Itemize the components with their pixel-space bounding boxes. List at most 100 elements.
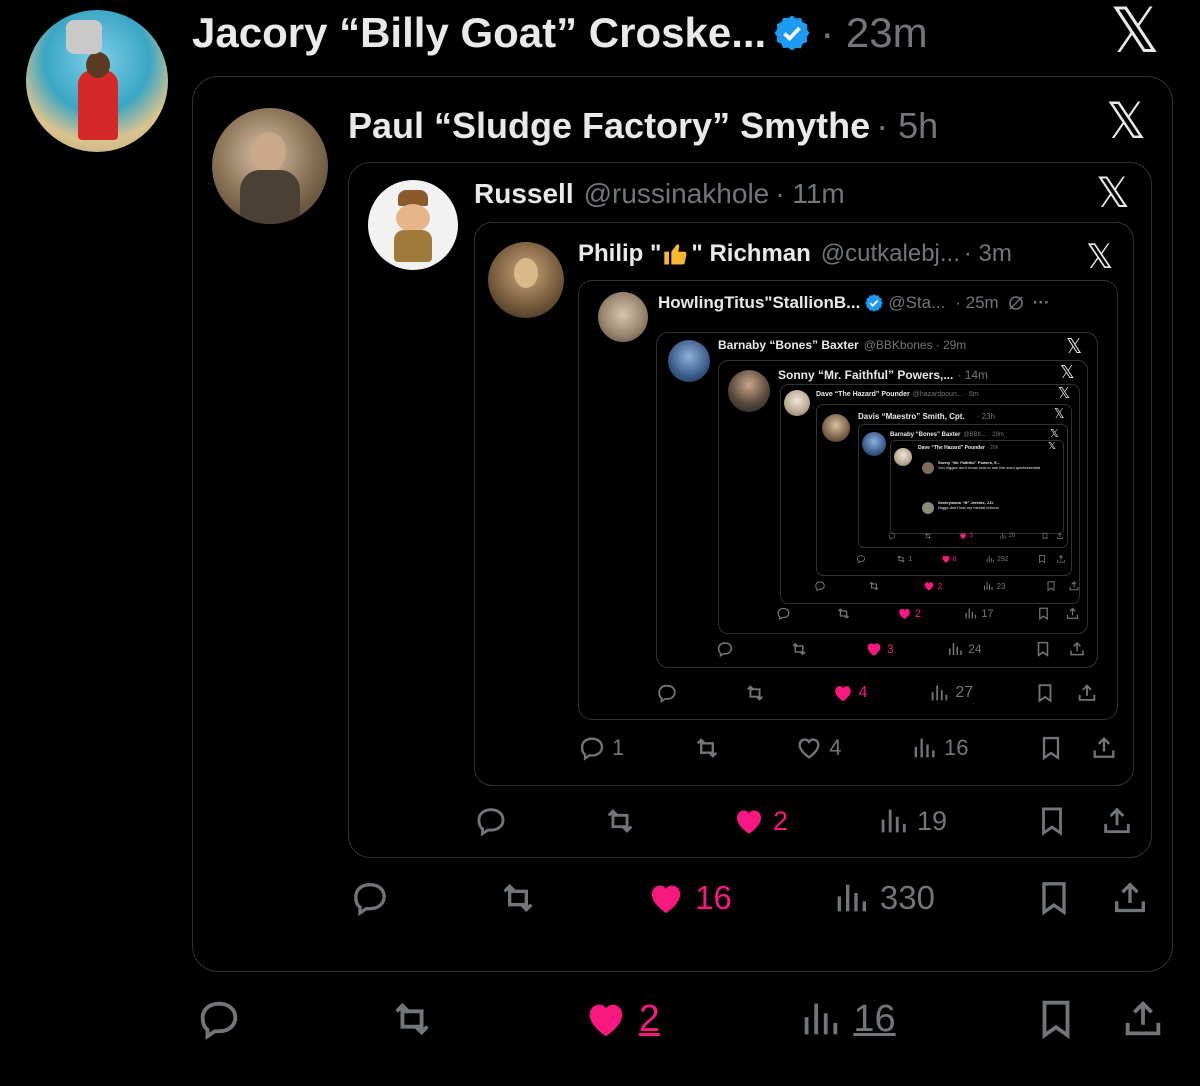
- avatar-philip[interactable]: [488, 242, 564, 318]
- timestamp[interactable]: · 20h: [987, 445, 998, 451]
- retweet-button[interactable]: [790, 640, 812, 658]
- retweet-button[interactable]: [603, 804, 644, 838]
- quoted-tweet-dave-2[interactable]: [890, 440, 1064, 534]
- retweet-button[interactable]: [389, 996, 445, 1042]
- reply-button[interactable]: [196, 996, 252, 1042]
- handle[interactable]: @Sta...: [888, 293, 945, 313]
- display-name[interactable]: HowlingTitus"StallionB...: [658, 293, 860, 313]
- retweet-button[interactable]: [744, 682, 771, 704]
- display-name[interactable]: Sonny “Mr. Faithful” Powers,...: [778, 368, 953, 382]
- avatar-dave[interactable]: [784, 390, 810, 416]
- bookmark-icon[interactable]: [1033, 996, 1079, 1042]
- views-button[interactable]: 292: [985, 554, 1009, 564]
- views-button[interactable]: 20: [999, 532, 1015, 540]
- timestamp[interactable]: · 23h: [977, 412, 995, 421]
- retweet-button[interactable]: [924, 532, 934, 540]
- handle[interactable]: @hazardpoun...: [913, 391, 963, 398]
- bookmark-icon[interactable]: [1034, 878, 1074, 918]
- bookmark-icon[interactable]: [1034, 640, 1052, 658]
- reply-button[interactable]: [776, 606, 794, 621]
- avatar-davis[interactable]: [822, 414, 850, 442]
- avatar-sonny[interactable]: [728, 370, 770, 412]
- timestamp[interactable]: · 25m: [955, 293, 998, 313]
- share-icon[interactable]: [1076, 682, 1098, 704]
- display-name[interactable]: Paul “Sludge Factory” Smythe: [348, 105, 870, 147]
- like-button[interactable]: 16: [646, 878, 732, 918]
- avatar-howlingtitus[interactable]: [598, 292, 648, 342]
- share-icon[interactable]: [1056, 554, 1066, 564]
- timestamp[interactable]: · 11m: [775, 178, 845, 210]
- views-button[interactable]: 19: [876, 804, 947, 838]
- share-icon[interactable]: [1090, 734, 1118, 762]
- like-button[interactable]: 3: [865, 640, 894, 658]
- retweet-button[interactable]: [836, 606, 854, 621]
- display-name-part-1[interactable]: Philip ": [578, 240, 661, 268]
- avatar-paul[interactable]: [212, 108, 328, 224]
- timestamp[interactable]: · 5h: [876, 105, 938, 147]
- views-button[interactable]: 17: [963, 606, 994, 621]
- share-icon[interactable]: [1120, 996, 1166, 1042]
- like-button[interactable]: 2: [923, 580, 942, 592]
- reply-button[interactable]: [656, 682, 683, 704]
- display-name[interactable]: Dave “The Hazard” Pounder: [918, 445, 985, 451]
- share-icon[interactable]: [1065, 606, 1080, 621]
- timestamp[interactable]: · 29m: [988, 432, 1003, 438]
- timestamp[interactable]: · 14m: [957, 368, 988, 382]
- handle[interactable]: @russinakhole: [584, 178, 770, 210]
- like-button[interactable]: 2: [732, 804, 788, 838]
- like-button[interactable]: 3: [959, 532, 973, 540]
- avatar-russell[interactable]: [368, 180, 458, 270]
- timestamp[interactable]: · 23m: [820, 9, 927, 57]
- views-button[interactable]: 16: [797, 996, 896, 1042]
- views-button[interactable]: 330: [831, 878, 935, 918]
- views-button[interactable]: 23: [982, 580, 1006, 592]
- bookmark-icon[interactable]: [1035, 804, 1069, 838]
- like-button[interactable]: 8: [941, 554, 957, 564]
- display-name[interactable]: Dave “The Hazard” Pounder: [816, 391, 910, 398]
- timestamp[interactable]: · 6m: [965, 391, 979, 398]
- handle[interactable]: @cutkalebj...: [821, 240, 960, 268]
- timestamp[interactable]: · 29m: [936, 338, 967, 352]
- retweet-button[interactable]: [498, 878, 547, 918]
- display-name[interactable]: Russell: [474, 178, 574, 210]
- display-name[interactable]: Jacory “Billy Goat” Croske...: [192, 9, 766, 57]
- retweet-button[interactable]: 1: [896, 554, 912, 564]
- avatar-dave-2[interactable]: [894, 448, 912, 466]
- handle[interactable]: @BBK...: [963, 432, 986, 438]
- timestamp[interactable]: · 3m: [964, 240, 1012, 268]
- display-name[interactable]: Barnaby “Bones” Baxter: [718, 338, 859, 352]
- reply-button[interactable]: [474, 804, 515, 838]
- bookmark-icon[interactable]: [1037, 554, 1047, 564]
- like-button[interactable]: 2: [897, 606, 921, 621]
- views-button[interactable]: 16: [910, 734, 968, 762]
- bookmark-icon[interactable]: [1045, 580, 1057, 592]
- tweet-sonny-2[interactable]: Sonny “Mr. Faithful” Powers, E... You ni…: [938, 460, 1062, 470]
- share-icon[interactable]: [1056, 532, 1064, 540]
- reply-button[interactable]: [716, 640, 738, 658]
- views-button[interactable]: 27: [928, 682, 973, 704]
- reply-button[interactable]: [856, 554, 868, 564]
- avatar-sonny-2[interactable]: [922, 462, 934, 474]
- like-button[interactable]: 2: [583, 996, 660, 1042]
- display-name[interactable]: Davis “Maestro” Smith, Cpt.: [858, 412, 965, 421]
- reply-button[interactable]: [814, 580, 829, 592]
- more-options-icon[interactable]: ···: [1033, 293, 1050, 313]
- display-name-part-2[interactable]: " Richman: [691, 240, 810, 268]
- bookmark-icon[interactable]: [1041, 532, 1049, 540]
- bookmark-icon[interactable]: [1037, 734, 1065, 762]
- reply-button[interactable]: 1: [578, 734, 624, 762]
- like-button[interactable]: 4: [795, 734, 842, 762]
- views-button[interactable]: 24: [946, 640, 982, 658]
- like-button[interactable]: 4: [832, 682, 868, 704]
- bookmark-icon[interactable]: [1036, 606, 1051, 621]
- share-icon[interactable]: [1110, 878, 1150, 918]
- avatar-barnaby[interactable]: [668, 340, 710, 382]
- retweet-button[interactable]: [693, 734, 727, 762]
- avatar-seeleymann[interactable]: [922, 502, 934, 514]
- display-name[interactable]: Barnaby “Bones” Baxter: [890, 432, 960, 438]
- retweet-button[interactable]: [868, 580, 883, 592]
- share-icon[interactable]: [1068, 640, 1086, 658]
- share-icon[interactable]: [1100, 804, 1134, 838]
- avatar-jacory[interactable]: [26, 10, 168, 152]
- reply-button[interactable]: [350, 878, 399, 918]
